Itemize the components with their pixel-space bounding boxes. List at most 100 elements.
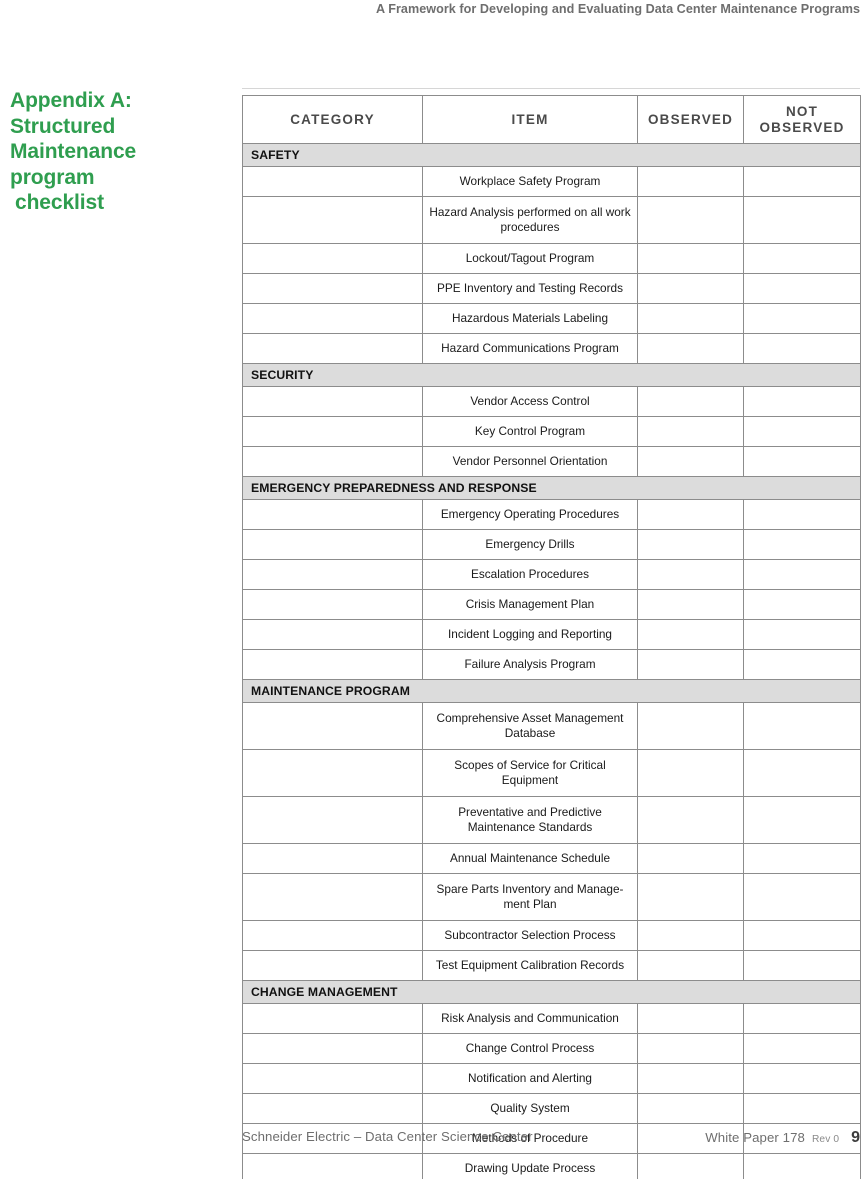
observed-checkbox-cell[interactable] [637,243,744,274]
footer-white-paper: White Paper 178 [705,1130,805,1145]
observed-checkbox-cell[interactable] [637,649,744,680]
section-header-label: EMERGENCY PREPAREDNESS AND RESPONSE [242,476,861,500]
not-observed-checkbox-cell[interactable] [743,529,861,560]
observed-checkbox-cell[interactable] [637,920,744,951]
item-label: Notification and Alerting [422,1063,638,1094]
observed-checkbox-cell[interactable] [637,796,744,844]
category-cell [242,196,423,244]
not-observed-checkbox-cell[interactable] [743,749,861,797]
footer-organization: Schneider Electric – Data Center Science… [242,1129,533,1144]
observed-checkbox-cell[interactable] [637,416,744,447]
item-label: Drawing Update Process [422,1153,638,1179]
not-observed-checkbox-cell[interactable] [743,1093,861,1124]
observed-checkbox-cell[interactable] [637,529,744,560]
not-observed-checkbox-cell[interactable] [743,166,861,197]
section-header-row: EMERGENCY PREPAREDNESS AND RESPONSE [242,476,861,500]
item-label: Failure Analysis Program [422,649,638,680]
observed-checkbox-cell[interactable] [637,1093,744,1124]
observed-checkbox-cell[interactable] [637,702,744,750]
item-label: Hazard Communications Program [422,333,638,364]
scan-rule-divider [242,88,860,89]
observed-checkbox-cell[interactable] [637,1033,744,1064]
observed-checkbox-cell[interactable] [637,499,744,530]
item-label: Risk Analysis and Communication [422,1003,638,1034]
section-header-row: CHANGE MANAGEMENT [242,980,861,1004]
table-row: Hazard Analysis performed on all work pr… [242,196,861,244]
item-label: Quality System [422,1093,638,1124]
not-observed-checkbox-cell[interactable] [743,873,861,921]
not-observed-checkbox-cell[interactable] [743,303,861,334]
appendix-title-line-2: Structured [10,114,116,138]
observed-checkbox-cell[interactable] [637,589,744,620]
table-row: Crisis Management Plan [242,589,861,620]
category-cell [242,499,423,530]
table-row: Drawing Update Process [242,1153,861,1179]
footer-document-info: White Paper 178 Rev 0 9 [705,1129,860,1147]
not-observed-checkbox-cell[interactable] [743,499,861,530]
column-header-not-observed: NOT OBSERVED [743,95,861,144]
not-observed-checkbox-cell[interactable] [743,243,861,274]
item-label: Preventative and Predictive Maintenance … [422,796,638,844]
not-observed-checkbox-cell[interactable] [743,649,861,680]
observed-checkbox-cell[interactable] [637,166,744,197]
not-observed-checkbox-cell[interactable] [743,559,861,590]
not-observed-checkbox-cell[interactable] [743,920,861,951]
observed-checkbox-cell[interactable] [637,1003,744,1034]
category-cell [242,333,423,364]
observed-checkbox-cell[interactable] [637,873,744,921]
category-cell [242,1003,423,1034]
item-label: Escalation Procedures [422,559,638,590]
observed-checkbox-cell[interactable] [637,446,744,477]
not-observed-checkbox-cell[interactable] [743,1003,861,1034]
category-cell [242,559,423,590]
table-row: Hazardous Materials Labeling [242,303,861,334]
item-label: Workplace Safety Program [422,166,638,197]
appendix-title-line-3: Maintenance [10,140,137,163]
not-observed-checkbox-cell[interactable] [743,950,861,981]
table-row: Failure Analysis Program [242,649,861,680]
category-cell [242,873,423,921]
table-row: Spare Parts Inventory and Manage-ment Pl… [242,873,861,921]
table-row: Subcontractor Selection Process [242,920,861,951]
observed-checkbox-cell[interactable] [637,843,744,874]
item-label: Hazard Analysis performed on all work pr… [422,196,638,244]
not-observed-checkbox-cell[interactable] [743,1033,861,1064]
not-observed-checkbox-cell[interactable] [743,416,861,447]
item-label: Emergency Drills [422,529,638,560]
table-row: Emergency Drills [242,529,861,560]
observed-checkbox-cell[interactable] [637,1063,744,1094]
not-observed-checkbox-cell[interactable] [743,386,861,417]
observed-checkbox-cell[interactable] [637,1153,744,1179]
category-cell [242,796,423,844]
observed-checkbox-cell[interactable] [637,333,744,364]
running-head: A Framework for Developing and Evaluatin… [375,2,860,16]
item-label: Vendor Access Control [422,386,638,417]
document-page: A Framework for Developing and Evaluatin… [0,0,864,1179]
category-cell [242,1153,423,1179]
item-label: Spare Parts Inventory and Manage-ment Pl… [422,873,638,921]
observed-checkbox-cell[interactable] [637,386,744,417]
observed-checkbox-cell[interactable] [637,303,744,334]
observed-checkbox-cell[interactable] [637,619,744,650]
category-cell [242,446,423,477]
not-observed-checkbox-cell[interactable] [743,333,861,364]
not-observed-checkbox-cell[interactable] [743,1153,861,1179]
not-observed-checkbox-cell[interactable] [743,273,861,304]
not-observed-checkbox-cell[interactable] [743,196,861,244]
category-cell [242,619,423,650]
not-observed-checkbox-cell[interactable] [743,702,861,750]
not-observed-checkbox-cell[interactable] [743,843,861,874]
table-row: Workplace Safety Program [242,166,861,197]
not-observed-checkbox-cell[interactable] [743,1063,861,1094]
not-observed-checkbox-cell[interactable] [743,796,861,844]
observed-checkbox-cell[interactable] [637,749,744,797]
observed-checkbox-cell[interactable] [637,950,744,981]
section-header-row: SECURITY [242,363,861,387]
not-observed-checkbox-cell[interactable] [743,446,861,477]
observed-checkbox-cell[interactable] [637,196,744,244]
category-cell [242,920,423,951]
observed-checkbox-cell[interactable] [637,559,744,590]
observed-checkbox-cell[interactable] [637,273,744,304]
not-observed-checkbox-cell[interactable] [743,619,861,650]
not-observed-checkbox-cell[interactable] [743,589,861,620]
